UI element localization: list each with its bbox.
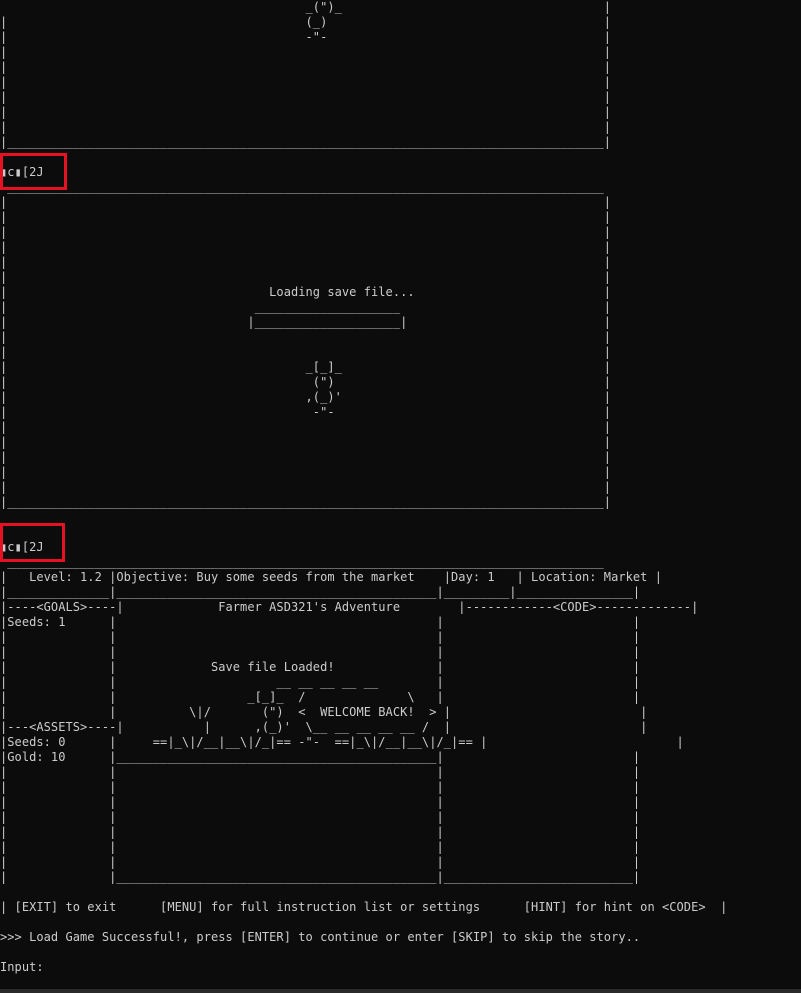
terminal-line: | | | |	[0, 780, 641, 794]
terminal-line: | |	[0, 435, 612, 449]
terminal-line: | |	[0, 465, 612, 479]
terminal-line: | |	[0, 345, 612, 359]
terminal-line: | |	[0, 330, 612, 344]
progress-bar-line: | |____________________| |	[0, 315, 612, 329]
assets-header-line: |---<ASSETS>----| | ,(_)' \__ __ __ __ _…	[0, 720, 648, 734]
terminal-line: | (_) |	[0, 15, 612, 29]
welcome-art-line: | | __ __ __ __ __ | |	[0, 675, 641, 689]
save-loaded-line: | | Save file Loaded! | |	[0, 660, 641, 674]
terminal-line: | |	[0, 255, 612, 269]
status-bar-line: | Level: 1.2 |Objective: Buy some seeds …	[0, 570, 662, 584]
terminal-line: | |	[0, 480, 612, 494]
terminal-line: |_______________________________________…	[0, 135, 612, 149]
terminal-line: | |	[0, 210, 612, 224]
farmer-art-line: | _[_]_ |	[0, 360, 612, 374]
terminal-line: | |	[0, 75, 612, 89]
terminal-line: | | | |	[0, 855, 641, 869]
terminal-line: | |	[0, 195, 612, 209]
assets-seeds-line: |Seeds: 0 | ==|_\|/__|__\|/_|== -"- ==|_…	[0, 735, 684, 749]
terminal-line: | | | |	[0, 795, 641, 809]
farmer-art-line: | ,(_)' |	[0, 390, 612, 404]
farmer-art-line: | (") |	[0, 375, 612, 389]
terminal-line: _(")_ |	[0, 0, 612, 14]
terminal-line: |_______________________________________…	[0, 495, 612, 509]
terminal-line: | |	[0, 225, 612, 239]
farmer-art-line: | -"- |	[0, 405, 612, 419]
goals-line: |Seeds: 1 | | |	[0, 615, 641, 629]
terminal-line: | |_____________________________________…	[0, 870, 641, 884]
input-prompt-line[interactable]: Input:	[0, 960, 44, 975]
welcome-art-line: | | _[_]_ / \ | |	[0, 690, 641, 704]
terminal-line: | |	[0, 90, 612, 104]
terminal-line: | -"- |	[0, 30, 612, 44]
loading-message-line: | Loading save file... |	[0, 285, 612, 299]
terminal-line: | |	[0, 60, 612, 74]
terminal-line: | |	[0, 45, 612, 59]
terminal-line: | |	[0, 105, 612, 119]
welcome-art-line: | | \|/ (") < WELCOME BACK! > | |	[0, 705, 648, 719]
terminal-line: |______________|________________________…	[0, 585, 641, 599]
command-help-line: | [EXIT] to exit [MENU] for full instruc…	[0, 900, 728, 914]
terminal-line: | | | |	[0, 630, 641, 644]
assets-gold-line: |Gold: 10 |_____________________________…	[0, 750, 641, 764]
terminal-line: | | | |	[0, 810, 641, 824]
progress-bar-top-line: | ____________________ |	[0, 300, 612, 314]
highlight-box	[0, 523, 65, 562]
terminal-line: | |	[0, 120, 612, 134]
terminal-line: ________________________________________…	[0, 555, 612, 569]
terminal-line: | | | |	[0, 645, 641, 659]
terminal-window[interactable]: _(")_ | | (_) | | -"- | | | | | | | | | …	[0, 0, 801, 993]
terminal-line: | | | |	[0, 765, 641, 779]
highlight-box	[0, 153, 67, 190]
terminal-line: | | | |	[0, 840, 641, 854]
terminal-line: | |	[0, 420, 612, 434]
terminal-line: | |	[0, 240, 612, 254]
window-bottom-edge	[0, 989, 801, 993]
terminal-line: | | | |	[0, 825, 641, 839]
panel-header-line: |----<GOALS>----| Farmer ASD321's Advent…	[0, 600, 699, 614]
terminal-line: | |	[0, 270, 612, 284]
prompt-message-line: >>> Load Game Successful!, press [ENTER]…	[0, 930, 641, 944]
terminal-line: | |	[0, 450, 612, 464]
terminal-line: ________________________________________…	[0, 180, 612, 194]
